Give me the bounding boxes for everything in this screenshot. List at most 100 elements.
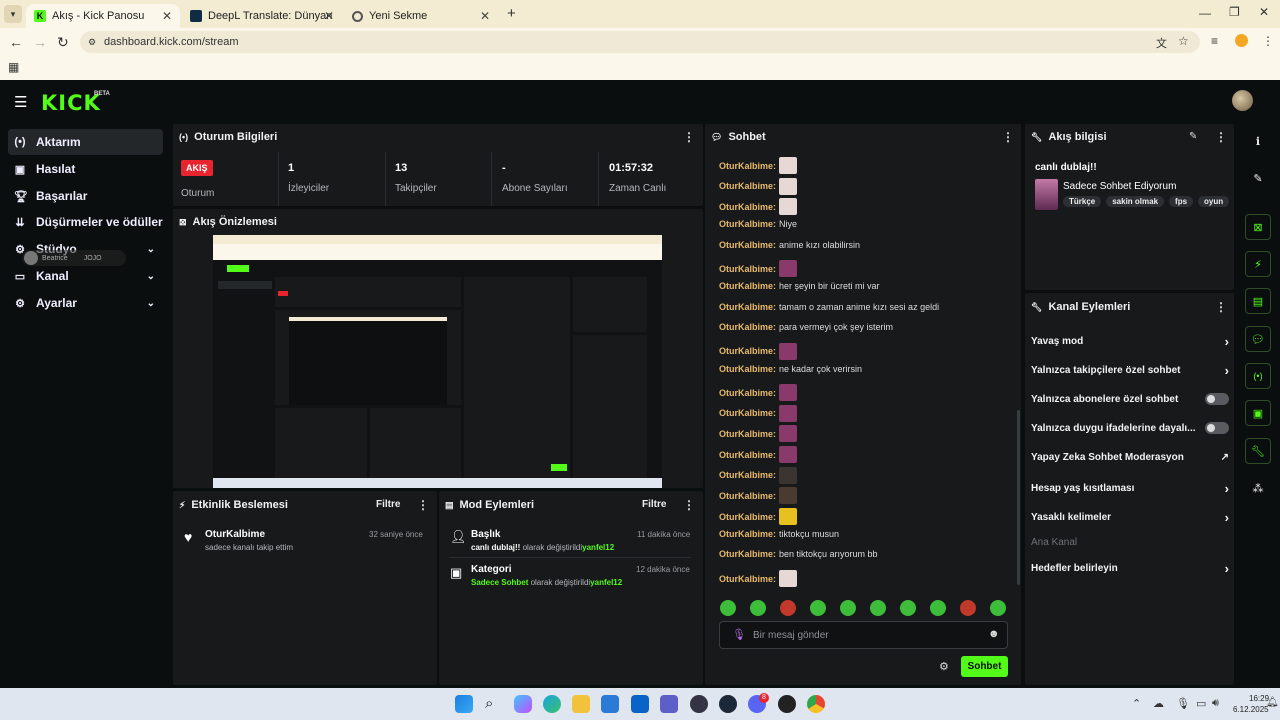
emote-picker-item[interactable] xyxy=(780,600,796,616)
list-icon[interactable]: ▤ xyxy=(1245,288,1271,314)
store-icon[interactable] xyxy=(601,695,619,713)
edit-pencil-icon[interactable]: ✎ xyxy=(1245,165,1271,191)
sidebar-item-basarilar[interactable]: 🏆︎ Başarılar xyxy=(8,183,163,209)
chat-username[interactable]: OturKalbime: xyxy=(719,512,776,522)
tab-new[interactable]: Yeni Sekme ✕ xyxy=(344,4,498,28)
emote-picker-item[interactable] xyxy=(900,600,916,616)
action-ai-moderation[interactable]: Yapay Zeka Sohbet Moderasyon ↗ xyxy=(1031,452,1229,463)
category-name[interactable]: Sadece Sohbet Ediyorum xyxy=(1063,181,1176,192)
microphone-icon[interactable]: 🎙︎ xyxy=(732,628,746,641)
reading-list-icon[interactable]: ≡ xyxy=(1211,34,1218,48)
profile-icon[interactable] xyxy=(1235,34,1248,47)
app-icon[interactable] xyxy=(690,695,708,713)
emote-picker-item[interactable] xyxy=(720,600,736,616)
chat-input[interactable]: 🎙︎ Bir mesaj gönder ☻ xyxy=(719,621,1008,649)
chat-username[interactable]: OturKalbime: xyxy=(719,470,776,480)
chat-username[interactable]: OturKalbime: xyxy=(719,429,776,439)
chat-username[interactable]: OturKalbime: xyxy=(719,529,776,539)
menu-kebab-icon[interactable]: ⋮ xyxy=(1002,130,1014,144)
sidebar-item-aktarim[interactable]: (•) Aktarım xyxy=(8,129,163,155)
app-icon[interactable] xyxy=(778,695,796,713)
lightning-icon[interactable]: ⚡︎ xyxy=(1245,251,1271,277)
chevron-up-icon[interactable]: ⌃ xyxy=(1132,697,1141,710)
tab-kick[interactable]: K Akış - Kick Panosu ✕ xyxy=(26,4,180,28)
shield-icon[interactable]: ▣ xyxy=(1245,400,1271,426)
maximize-icon[interactable]: ❐ xyxy=(1229,5,1240,19)
close-icon[interactable]: ✕ xyxy=(324,9,334,23)
kick-logo[interactable]: KICK xyxy=(41,91,101,115)
chrome-icon[interactable] xyxy=(807,695,825,713)
emote-picker-item[interactable] xyxy=(810,600,826,616)
hamburger-menu-icon[interactable]: ☰ xyxy=(14,93,27,111)
chat-bubble-icon[interactable]: 💬︎ xyxy=(1245,326,1271,352)
send-chat-button[interactable]: Sohbet xyxy=(961,656,1008,677)
chat-username[interactable]: OturKalbime: xyxy=(719,346,776,356)
chat-username[interactable]: OturKalbime: xyxy=(719,219,776,229)
new-tab-button[interactable]: + xyxy=(507,5,516,22)
emote-only-toggle[interactable] xyxy=(1205,422,1229,434)
chat-username[interactable]: OturKalbime: xyxy=(719,491,776,501)
info-icon[interactable]: ℹ xyxy=(1245,128,1271,154)
sidebar-item-kanal[interactable]: ▭ Kanal ⌄ xyxy=(8,263,163,289)
window-close-icon[interactable]: ✕ xyxy=(1259,5,1269,19)
emote-picker-item[interactable] xyxy=(990,600,1006,616)
chat-username[interactable]: OturKalbime: xyxy=(719,388,776,398)
translate-icon[interactable]: 文 xyxy=(1156,35,1167,51)
chat-username[interactable]: OturKalbime: xyxy=(719,574,776,584)
sidebar-item-dusurmeler[interactable]: ⇊ Düşürmeler ve ödüller xyxy=(8,209,163,235)
emoji-icon[interactable]: ☻ xyxy=(988,628,1000,640)
teams-icon[interactable] xyxy=(660,695,678,713)
tab-deepl[interactable]: DeepL Translate: Dünyanın en i ✕ xyxy=(182,4,342,28)
menu-kebab-icon[interactable]: ⋮ xyxy=(417,498,429,512)
action-banned-words[interactable]: Yasaklı kelimeler › xyxy=(1031,510,1229,525)
filter-button[interactable]: Filtre xyxy=(642,499,666,510)
menu-kebab-icon[interactable]: ⋮ xyxy=(1262,34,1274,48)
subscribers-only-toggle[interactable] xyxy=(1205,393,1229,405)
chat-username[interactable]: OturKalbime: xyxy=(719,240,776,250)
action-age-restriction[interactable]: Hesap yaş kısıtlaması › xyxy=(1031,481,1229,496)
notification-bell-icon[interactable]: 🔔︎ xyxy=(1266,697,1279,708)
close-icon[interactable]: ✕ xyxy=(162,9,172,23)
action-slow-mode[interactable]: Yavaş mod › xyxy=(1031,334,1229,349)
chat-username[interactable]: OturKalbime: xyxy=(719,364,776,374)
forward-icon[interactable]: → xyxy=(33,34,47,50)
tab-list-chevron-icon[interactable]: ▾ xyxy=(4,5,22,23)
broadcast-icon[interactable]: (•) xyxy=(1245,363,1271,389)
stream-preview-video[interactable] xyxy=(213,235,662,488)
emote-picker-item[interactable] xyxy=(930,600,946,616)
chat-username[interactable]: OturKalbime: xyxy=(719,549,776,559)
action-set-goals[interactable]: Hedefler belirleyin › xyxy=(1031,561,1229,576)
activity-user[interactable]: OturKalbime xyxy=(205,529,265,540)
outlook-icon[interactable] xyxy=(631,695,649,713)
emote-picker-item[interactable] xyxy=(840,600,856,616)
chat-scrollbar[interactable] xyxy=(1017,410,1020,585)
chat-username[interactable]: OturKalbime: xyxy=(719,450,776,460)
back-icon[interactable]: ← xyxy=(9,34,23,50)
wrench-icon[interactable]: 🔧︎ xyxy=(1245,438,1271,464)
steam-icon[interactable] xyxy=(719,695,737,713)
sidebar-item-ayarlar[interactable]: ⚙ Ayarlar ⌄ xyxy=(8,290,163,316)
integrations-icon[interactable]: ⁂ xyxy=(1245,475,1271,501)
emote-picker-item[interactable] xyxy=(870,600,886,616)
emote-picker-item[interactable] xyxy=(960,600,976,616)
preview-toggle-icon[interactable]: ⊠ xyxy=(1245,214,1271,240)
chat-username[interactable]: OturKalbime: xyxy=(719,181,776,191)
edit-pencil-icon[interactable]: ✎ xyxy=(1189,131,1197,142)
minimize-icon[interactable]: — xyxy=(1199,6,1211,20)
close-icon[interactable]: ✕ xyxy=(480,9,490,23)
edge-icon[interactable] xyxy=(543,695,561,713)
copilot-icon[interactable] xyxy=(514,695,532,713)
file-explorer-icon[interactable] xyxy=(572,695,590,713)
chat-username[interactable]: OturKalbime: xyxy=(719,202,776,212)
monitor-icon[interactable]: ▭ xyxy=(1196,697,1206,710)
menu-kebab-icon[interactable]: ⋮ xyxy=(683,130,695,144)
chat-username[interactable]: OturKalbime: xyxy=(719,408,776,418)
network-icon[interactable]: ☁ xyxy=(1153,697,1164,710)
chat-username[interactable]: OturKalbime: xyxy=(719,302,776,312)
sidebar-item-hasilat[interactable]: ▣ Hasılat xyxy=(8,156,163,182)
search-icon[interactable]: ⌕ xyxy=(485,695,503,713)
chat-username[interactable]: OturKalbime: xyxy=(719,322,776,332)
emote-picker-item[interactable] xyxy=(750,600,766,616)
menu-kebab-icon[interactable]: ⋮ xyxy=(1215,300,1227,314)
chat-username[interactable]: OturKalbime: xyxy=(719,161,776,171)
